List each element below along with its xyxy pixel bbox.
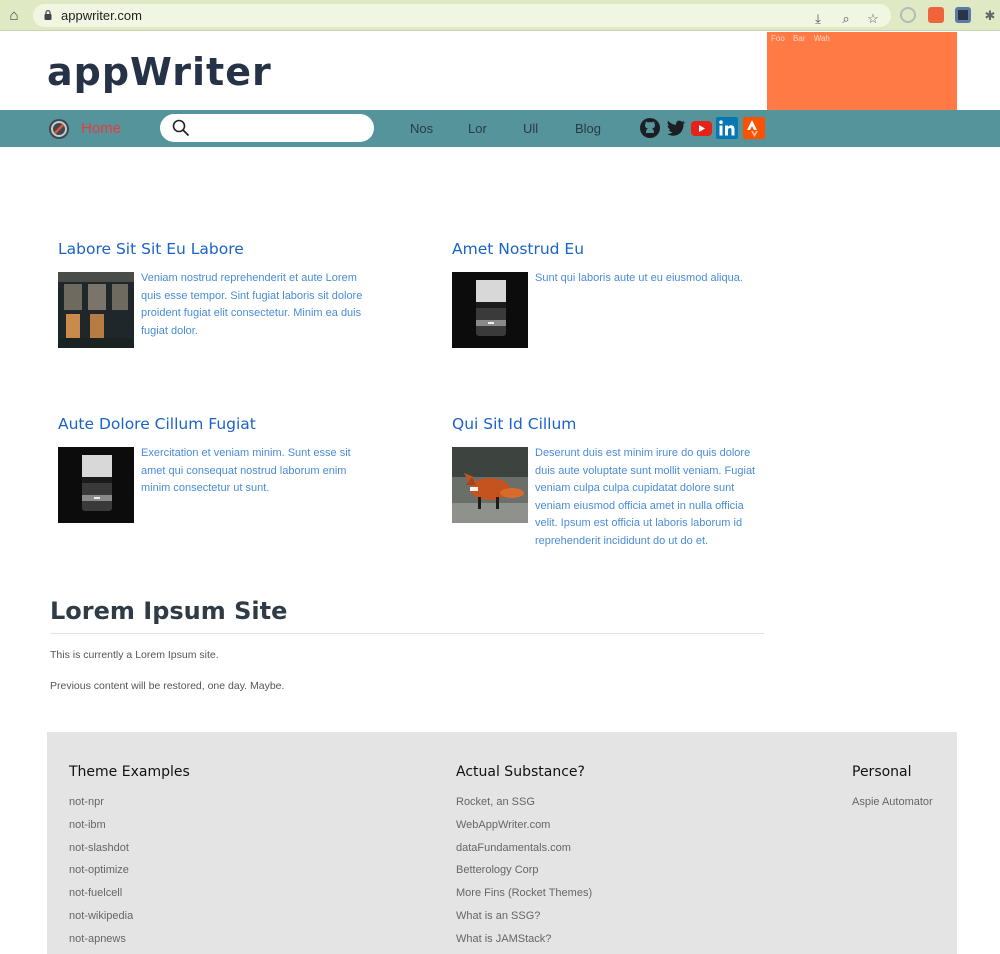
address-bar[interactable]: appwriter.com ⤓ ⌕ ☆ xyxy=(33,4,891,27)
article-card: Qui Sit Id Cillum Deserunt duis est mini… xyxy=(452,415,782,547)
footer-link[interactable]: Betterology Corp xyxy=(456,862,592,885)
nav-bar: Home Nos Lor Ull Blog xyxy=(0,110,1000,147)
article-card: Labore Sit Sit Eu Labore Veniam nostrud … xyxy=(58,240,388,348)
nav-link-blog[interactable]: Blog xyxy=(575,121,601,136)
site-icon[interactable] xyxy=(48,118,70,140)
article-summary: Deserunt duis est minim irure do quis do… xyxy=(535,447,756,547)
footer-heading: Personal xyxy=(852,764,912,780)
article-title[interactable]: Labore Sit Sit Eu Labore xyxy=(58,240,388,258)
article-title[interactable]: Amet Nostrud Eu xyxy=(452,240,782,258)
nav-link-nos[interactable]: Nos xyxy=(410,121,433,136)
article-summary: Veniam nostrud reprehenderit et aute Lor… xyxy=(141,272,363,337)
article-summary: Sunt qui laboris aute ut eu eiusmod aliq… xyxy=(535,272,743,284)
search-icon[interactable] xyxy=(172,119,190,137)
article-card: Aute Dolore Cillum Fugiat Exercitation e… xyxy=(58,415,388,523)
article-card: Amet Nostrud Eu Sunt qui laboris aute ut… xyxy=(452,240,782,348)
home-icon[interactable]: ⌂ xyxy=(5,7,23,25)
ad-link-bar[interactable]: Bar xyxy=(793,34,805,43)
footer-link[interactable]: What is an SSG? xyxy=(456,908,592,931)
camera-lens-photo xyxy=(452,272,528,348)
page-title: Lorem Ipsum Site xyxy=(50,597,288,625)
site-logo[interactable]: appWriter xyxy=(47,50,272,94)
divider xyxy=(50,633,764,634)
building-photo xyxy=(58,272,134,348)
footer-link[interactable]: dataFundamentals.com xyxy=(456,840,592,863)
footer-link[interactable]: not-optimize xyxy=(69,862,190,885)
extension-red-icon[interactable] xyxy=(928,7,944,23)
ad-link-wah[interactable]: Wah xyxy=(814,34,830,43)
install-icon[interactable]: ⤓ xyxy=(809,10,827,28)
footer-heading: Theme Examples xyxy=(69,764,190,780)
footer-column-theme-examples: Theme Examples not-npr not-ibm not-slash… xyxy=(69,764,190,954)
footer-link[interactable]: WebAppWriter.com xyxy=(456,817,592,840)
footer-link[interactable]: not-apnews xyxy=(69,931,190,954)
footer-column-personal: Personal Aspie Automator xyxy=(852,764,933,817)
search-box xyxy=(160,114,374,142)
footer-link[interactable]: not-slashdot xyxy=(69,840,190,863)
zoom-icon[interactable]: ⌕ xyxy=(837,10,855,28)
footer-link[interactable]: not-ibm xyxy=(69,817,190,840)
article-title[interactable]: Aute Dolore Cillum Fugiat xyxy=(58,415,388,433)
intro-paragraph: This is currently a Lorem Ipsum site. xyxy=(50,649,219,661)
article-title[interactable]: Qui Sit Id Cillum xyxy=(452,415,782,433)
footer-link[interactable]: not-wikipedia xyxy=(69,908,190,931)
site-header: appWriter Foo Bar Wah xyxy=(0,32,1000,110)
footer-link[interactable]: Rocket, an SSG xyxy=(456,794,592,817)
strava-icon[interactable] xyxy=(743,117,765,139)
github-icon[interactable] xyxy=(639,117,661,139)
extension-dark-icon[interactable] xyxy=(955,7,971,23)
extension-timer-icon[interactable] xyxy=(900,7,916,23)
browser-toolbar: ⌂ appwriter.com ⤓ ⌕ ☆ ✱ xyxy=(0,0,1000,31)
youtube-icon[interactable] xyxy=(690,117,712,139)
nav-link-ull[interactable]: Ull xyxy=(523,121,538,136)
footer-link[interactable]: not-npr xyxy=(69,794,190,817)
footer-heading: Actual Substance? xyxy=(456,764,585,780)
extensions-puzzle-icon[interactable]: ✱ xyxy=(981,7,999,25)
fox-photo xyxy=(452,447,528,523)
url-text: appwriter.com xyxy=(61,8,142,23)
linkedin-icon[interactable] xyxy=(716,117,738,139)
site-footer: Theme Examples not-npr not-ibm not-slash… xyxy=(47,732,957,954)
footer-link[interactable]: not-fuelcell xyxy=(69,885,190,908)
footer-link[interactable]: More Fins (Rocket Themes) xyxy=(456,885,592,908)
nav-link-lor[interactable]: Lor xyxy=(468,121,487,136)
ad-link-foo[interactable]: Foo xyxy=(771,34,785,43)
ad-banner[interactable]: Foo Bar Wah xyxy=(767,32,957,110)
nav-home-link[interactable]: Home xyxy=(81,120,121,137)
footer-column-actual-substance: Actual Substance? Rocket, an SSG WebAppW… xyxy=(456,764,592,954)
article-summary: Exercitation et veniam minim. Sunt esse … xyxy=(141,447,351,495)
search-input[interactable] xyxy=(198,118,368,138)
camera-lens-photo xyxy=(58,447,134,523)
intro-paragraph: Previous content will be restored, one d… xyxy=(50,680,285,692)
lock-icon xyxy=(44,10,52,20)
footer-link[interactable]: What is JAMStack? xyxy=(456,931,592,954)
bookmark-star-icon[interactable]: ☆ xyxy=(864,10,882,28)
twitter-icon[interactable] xyxy=(665,117,687,139)
footer-link[interactable]: Aspie Automator xyxy=(852,794,933,817)
